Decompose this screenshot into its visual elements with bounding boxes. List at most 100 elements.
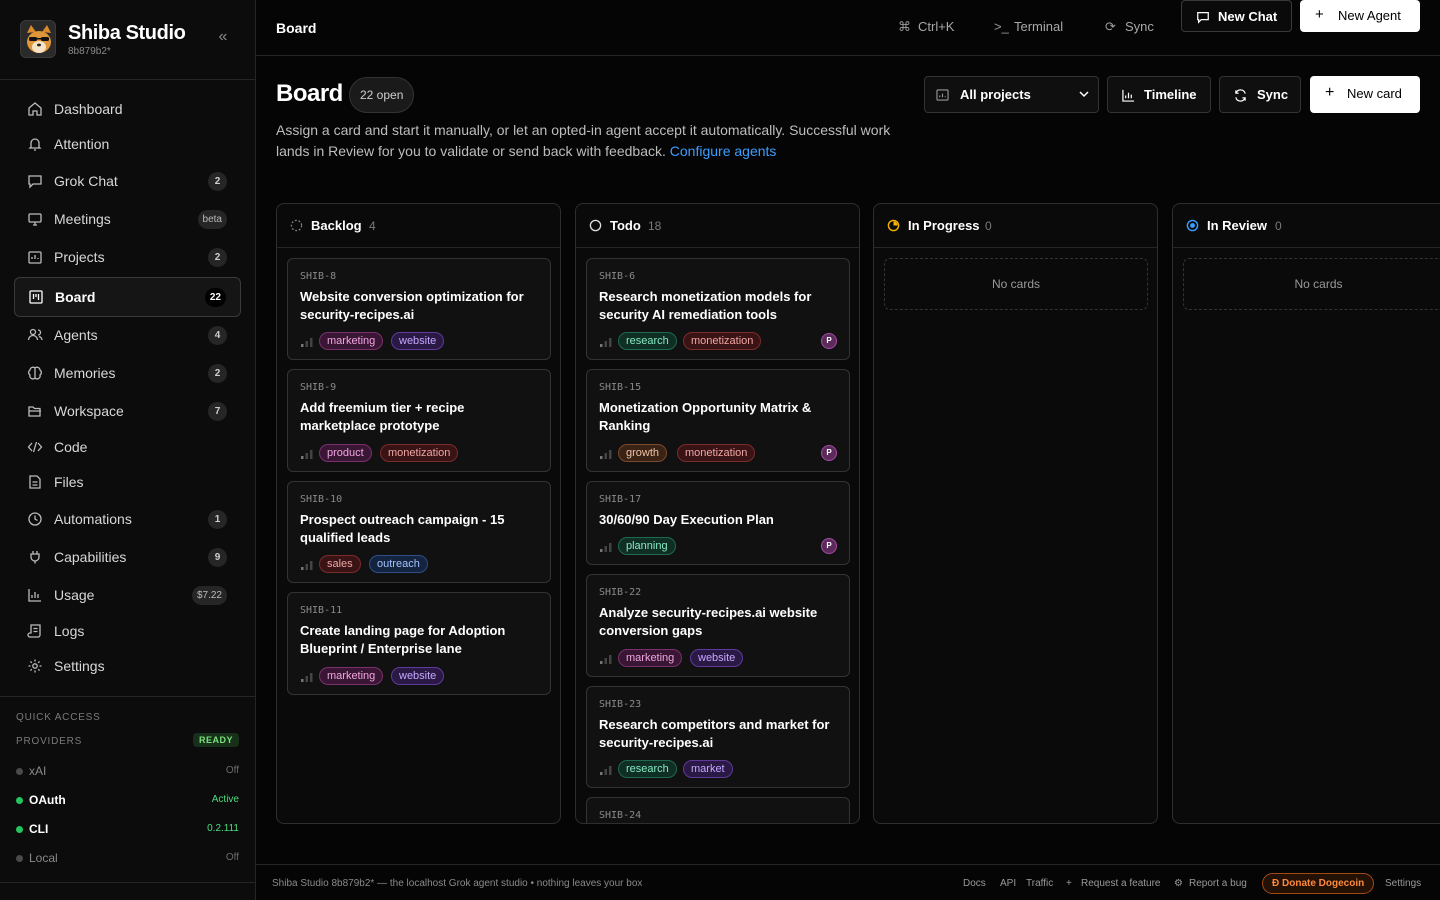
card[interactable]: SHIB-11 Create landing page for Adoption… xyxy=(287,592,551,695)
sidebar-item-attention[interactable]: Attention xyxy=(14,126,241,162)
new-card-button[interactable]: + New card xyxy=(1310,76,1420,113)
new-chat-button[interactable]: New Chat xyxy=(1181,0,1292,32)
column-header: Todo 18 xyxy=(576,204,859,248)
provider-status: Active xyxy=(211,794,239,805)
code-icon xyxy=(27,439,43,455)
sidebar-item-dashboard[interactable]: Dashboard xyxy=(14,91,241,127)
card-title: Research competitors and market for secu… xyxy=(599,717,830,750)
count-badge: 4 xyxy=(208,326,227,345)
sidebar-item-label: Board xyxy=(55,289,96,305)
priority-icon xyxy=(301,673,313,682)
priority-icon xyxy=(301,338,313,347)
sidebar-item-agents[interactable]: Agents 4 xyxy=(14,317,241,353)
provider-local[interactable]: Local Off xyxy=(16,850,240,868)
assignee-avatar[interactable]: P xyxy=(821,333,837,349)
sidebar-item-usage[interactable]: Usage $7.22 xyxy=(14,577,241,613)
docs-link[interactable]: Docs xyxy=(963,878,986,889)
sidebar-item-label: Attention xyxy=(54,136,110,152)
tag[interactable]: product xyxy=(319,444,372,462)
command-palette-button[interactable]: ⌘ Ctrl+K xyxy=(898,19,954,35)
assignee-avatar[interactable]: P xyxy=(821,445,837,461)
ready-badge: READY xyxy=(192,733,239,747)
column-count: 0 xyxy=(985,219,992,233)
tag[interactable]: research xyxy=(618,760,677,778)
timeline-button[interactable]: Timeline xyxy=(1107,76,1211,113)
tag[interactable]: planning xyxy=(618,537,676,555)
tag[interactable]: outreach xyxy=(369,555,428,573)
tag[interactable]: marketing xyxy=(319,332,384,350)
quick-access: QUICK ACCESS PROVIDERS READY xAI Off OAu… xyxy=(0,696,256,865)
bug-icon: ⚙ xyxy=(1174,878,1183,889)
new-agent-button[interactable]: + New Agent xyxy=(1300,0,1420,32)
sidebar-item-automations[interactable]: Automations 1 xyxy=(14,501,241,537)
sidebar-item-files[interactable]: Files xyxy=(14,464,241,500)
collapse-sidebar-icon[interactable]: « xyxy=(214,28,232,50)
card[interactable]: SHIB-9 Add freemium tier + recipe market… xyxy=(287,369,551,472)
provider-name: OAuth xyxy=(29,793,66,807)
request-feature-link[interactable]: Request a feature xyxy=(1081,878,1161,889)
provider-xai[interactable]: xAI Off xyxy=(16,763,240,781)
api-link[interactable]: API xyxy=(1000,878,1016,889)
tag[interactable]: website xyxy=(391,667,445,685)
tag[interactable]: growth xyxy=(618,444,668,462)
sidebar-item-meetings[interactable]: Meetings beta xyxy=(14,201,241,237)
provider-cli[interactable]: CLI 0.2.111 xyxy=(16,821,240,839)
sidebar-item-settings[interactable]: Settings xyxy=(14,648,241,684)
sidebar-item-logs[interactable]: Logs xyxy=(14,613,241,649)
sidebar-item-board[interactable]: Board 22 xyxy=(14,277,241,317)
provider-oauth[interactable]: OAuth Active xyxy=(16,792,240,810)
card[interactable]: SHIB-15 Monetization Opportunity Matrix … xyxy=(586,369,850,472)
app: Shiba Studio 8b879b2* « Dashboard Attent… xyxy=(0,0,1440,900)
sidebar-item-grok-chat[interactable]: Grok Chat 2 xyxy=(14,163,241,199)
card[interactable]: SHIB-10 Prospect outreach campaign - 15 … xyxy=(287,481,551,583)
tag[interactable]: monetization xyxy=(380,444,459,462)
tag[interactable]: monetization xyxy=(683,332,762,350)
sidebar-item-memories[interactable]: Memories 2 xyxy=(14,355,241,391)
sidebar-item-projects[interactable]: Projects 2 xyxy=(14,239,241,275)
clock-icon xyxy=(27,511,43,527)
tag[interactable]: website xyxy=(391,332,445,350)
card[interactable]: SHIB-24 xyxy=(586,797,850,823)
monitor-icon xyxy=(27,211,43,227)
card[interactable]: SHIB-6 Research monetization models for … xyxy=(586,258,850,360)
traffic-link[interactable]: Traffic xyxy=(1026,878,1053,889)
tag[interactable]: sales xyxy=(319,555,361,573)
project-select[interactable]: All projects xyxy=(924,76,1099,113)
bar-chart-icon xyxy=(27,587,43,603)
tag[interactable]: website xyxy=(690,649,744,667)
bar-chart-icon xyxy=(1122,89,1135,102)
sidebar-item-capabilities[interactable]: Capabilities 9 xyxy=(14,539,241,575)
card-id: SHIB-15 xyxy=(599,382,642,393)
card[interactable]: SHIB-22 Analyze security-recipes.ai webs… xyxy=(586,574,850,677)
shortcut-label: Ctrl+K xyxy=(918,19,955,34)
providers-title: PROVIDERS xyxy=(16,736,83,747)
column-backlog: Backlog 4 SHIB-8 Website conversion opti… xyxy=(276,203,561,824)
terminal-button[interactable]: >_ Terminal xyxy=(994,19,1063,34)
sidebar-item-code[interactable]: Code xyxy=(14,429,241,465)
tag[interactable]: monetization xyxy=(677,444,756,462)
priority-icon xyxy=(301,450,313,459)
tag[interactable]: market xyxy=(683,760,733,778)
shiba-logo-icon[interactable] xyxy=(20,20,56,58)
card[interactable]: SHIB-17 30/60/90 Day Execution Plan plan… xyxy=(586,481,850,565)
assignee-avatar[interactable]: P xyxy=(821,538,837,554)
column-title: In Progress xyxy=(908,218,980,233)
tag[interactable]: marketing xyxy=(618,649,683,667)
tag[interactable]: marketing xyxy=(319,667,384,685)
footer-settings-link[interactable]: Settings xyxy=(1385,878,1421,889)
backlog-status-icon xyxy=(290,219,303,232)
count-badge: 2 xyxy=(208,248,227,267)
sidebar-item-workspace[interactable]: Workspace 7 xyxy=(14,393,241,429)
card[interactable]: SHIB-23 Research competitors and market … xyxy=(586,686,850,788)
card[interactable]: SHIB-8 Website conversion optimization f… xyxy=(287,258,551,360)
donate-dogecoin-button[interactable]: Ð Donate Dogecoin xyxy=(1262,873,1375,894)
card-id: SHIB-10 xyxy=(300,494,343,505)
count-badge: 1 xyxy=(208,510,227,529)
configure-agents-link[interactable]: Configure agents xyxy=(670,143,777,159)
priority-icon xyxy=(600,766,612,775)
tag[interactable]: research xyxy=(618,332,677,350)
refresh-icon: ⟳ xyxy=(1105,19,1116,34)
sync-button[interactable]: ⟳ Sync xyxy=(1105,19,1154,35)
report-bug-link[interactable]: Report a bug xyxy=(1189,878,1247,889)
board-sync-button[interactable]: Sync xyxy=(1219,76,1301,113)
